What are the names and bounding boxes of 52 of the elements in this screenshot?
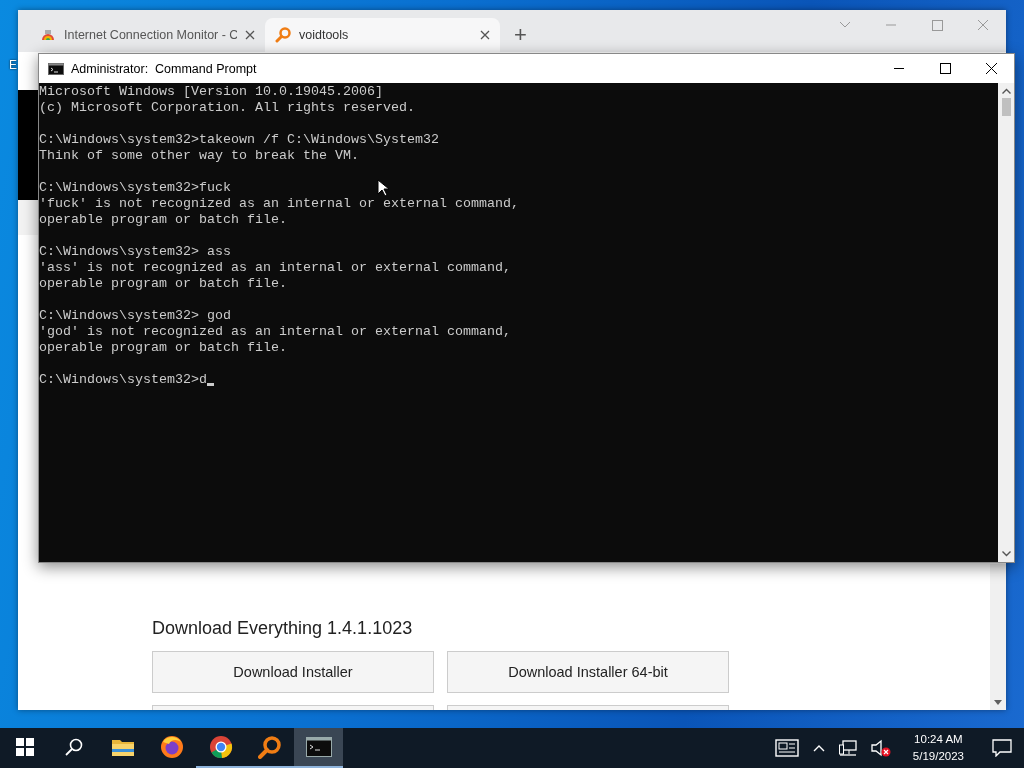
console-line: 'ass' is not recognized as an internal or external command, bbox=[39, 260, 511, 276]
magnifier-icon bbox=[257, 735, 282, 759]
magnifier-icon bbox=[275, 27, 291, 43]
text-cursor bbox=[206, 383, 214, 386]
scroll-thumb[interactable] bbox=[1001, 98, 1011, 116]
scroll-down-icon[interactable] bbox=[994, 700, 1002, 705]
console-line: operable program or batch file. bbox=[39, 212, 287, 228]
console-line: 'fuck' is not recognized as an internal or external command, bbox=[39, 196, 519, 212]
scrollbar[interactable] bbox=[990, 564, 1006, 710]
scroll-up-icon[interactable] bbox=[1001, 88, 1011, 94]
desktop-icon-label[interactable]: E bbox=[9, 58, 17, 72]
scrollbar[interactable] bbox=[998, 83, 1014, 562]
download-heading: Download Everything 1.4.1.1023 bbox=[152, 618, 414, 639]
terminal-icon bbox=[48, 62, 64, 75]
console-line: operable program or batch file. bbox=[39, 276, 287, 292]
clock-time[interactable]: 10:24 AM bbox=[914, 731, 963, 748]
console-line: operable program or batch file. bbox=[39, 340, 287, 356]
tab-title: voidtools bbox=[299, 28, 350, 42]
folder-icon bbox=[110, 737, 135, 757]
console-line: C:\Windows\system32>takeown /f C:\Windows\System32 bbox=[39, 132, 439, 148]
console-line: Think of some other way to break the VM. bbox=[39, 148, 359, 164]
network-icon[interactable] bbox=[838, 740, 857, 756]
console-line: C:\Windows\system32>fuck bbox=[39, 180, 231, 196]
clock-date[interactable]: 5/19/2023 bbox=[912, 748, 964, 765]
console-line: (c) Microsoft Corporation. All rights reserved. bbox=[39, 100, 415, 116]
rainbow-icon bbox=[40, 27, 56, 43]
tab-title: Internet Connection Monitor - C bbox=[64, 28, 237, 42]
scroll-down-icon[interactable] bbox=[1001, 551, 1011, 557]
notification-icon[interactable] bbox=[992, 739, 1012, 757]
console-line: C:\Windows\system32> god bbox=[39, 308, 231, 324]
console-line: Microsoft Windows [Version 10.0.19045.2006] bbox=[39, 84, 383, 100]
new-tab-button[interactable]: + bbox=[510, 23, 531, 47]
download-button[interactable]: Download Installer 64-bit bbox=[447, 651, 729, 693]
close-icon[interactable] bbox=[480, 30, 490, 40]
browser-tab[interactable]: Internet Connection Monitor - C bbox=[30, 18, 265, 52]
mouse-pointer-icon bbox=[377, 179, 389, 197]
chrome-logo-icon bbox=[208, 735, 233, 759]
search-icon bbox=[64, 738, 83, 756]
console-line: 'god' is not recognized as an internal or external command, bbox=[39, 324, 511, 340]
newspaper-icon[interactable] bbox=[774, 739, 799, 757]
taskbar-app-button[interactable] bbox=[294, 728, 343, 768]
console-line: C:\Windows\system32> ass bbox=[39, 244, 231, 260]
fox-globe-icon bbox=[159, 735, 184, 759]
console-line[interactable]: C:\Windows\system32>d bbox=[39, 372, 207, 388]
terminal-icon bbox=[305, 737, 332, 757]
muted-speaker-icon[interactable] bbox=[870, 739, 891, 757]
chevron-up-icon[interactable] bbox=[812, 744, 825, 752]
windows-logo-icon bbox=[15, 738, 34, 756]
browser-tab[interactable]: voidtools bbox=[265, 18, 500, 52]
download-button[interactable]: Download Installer bbox=[152, 651, 434, 693]
close-icon[interactable] bbox=[245, 30, 255, 40]
window-title: Administrator: Command Prompt bbox=[71, 61, 257, 76]
